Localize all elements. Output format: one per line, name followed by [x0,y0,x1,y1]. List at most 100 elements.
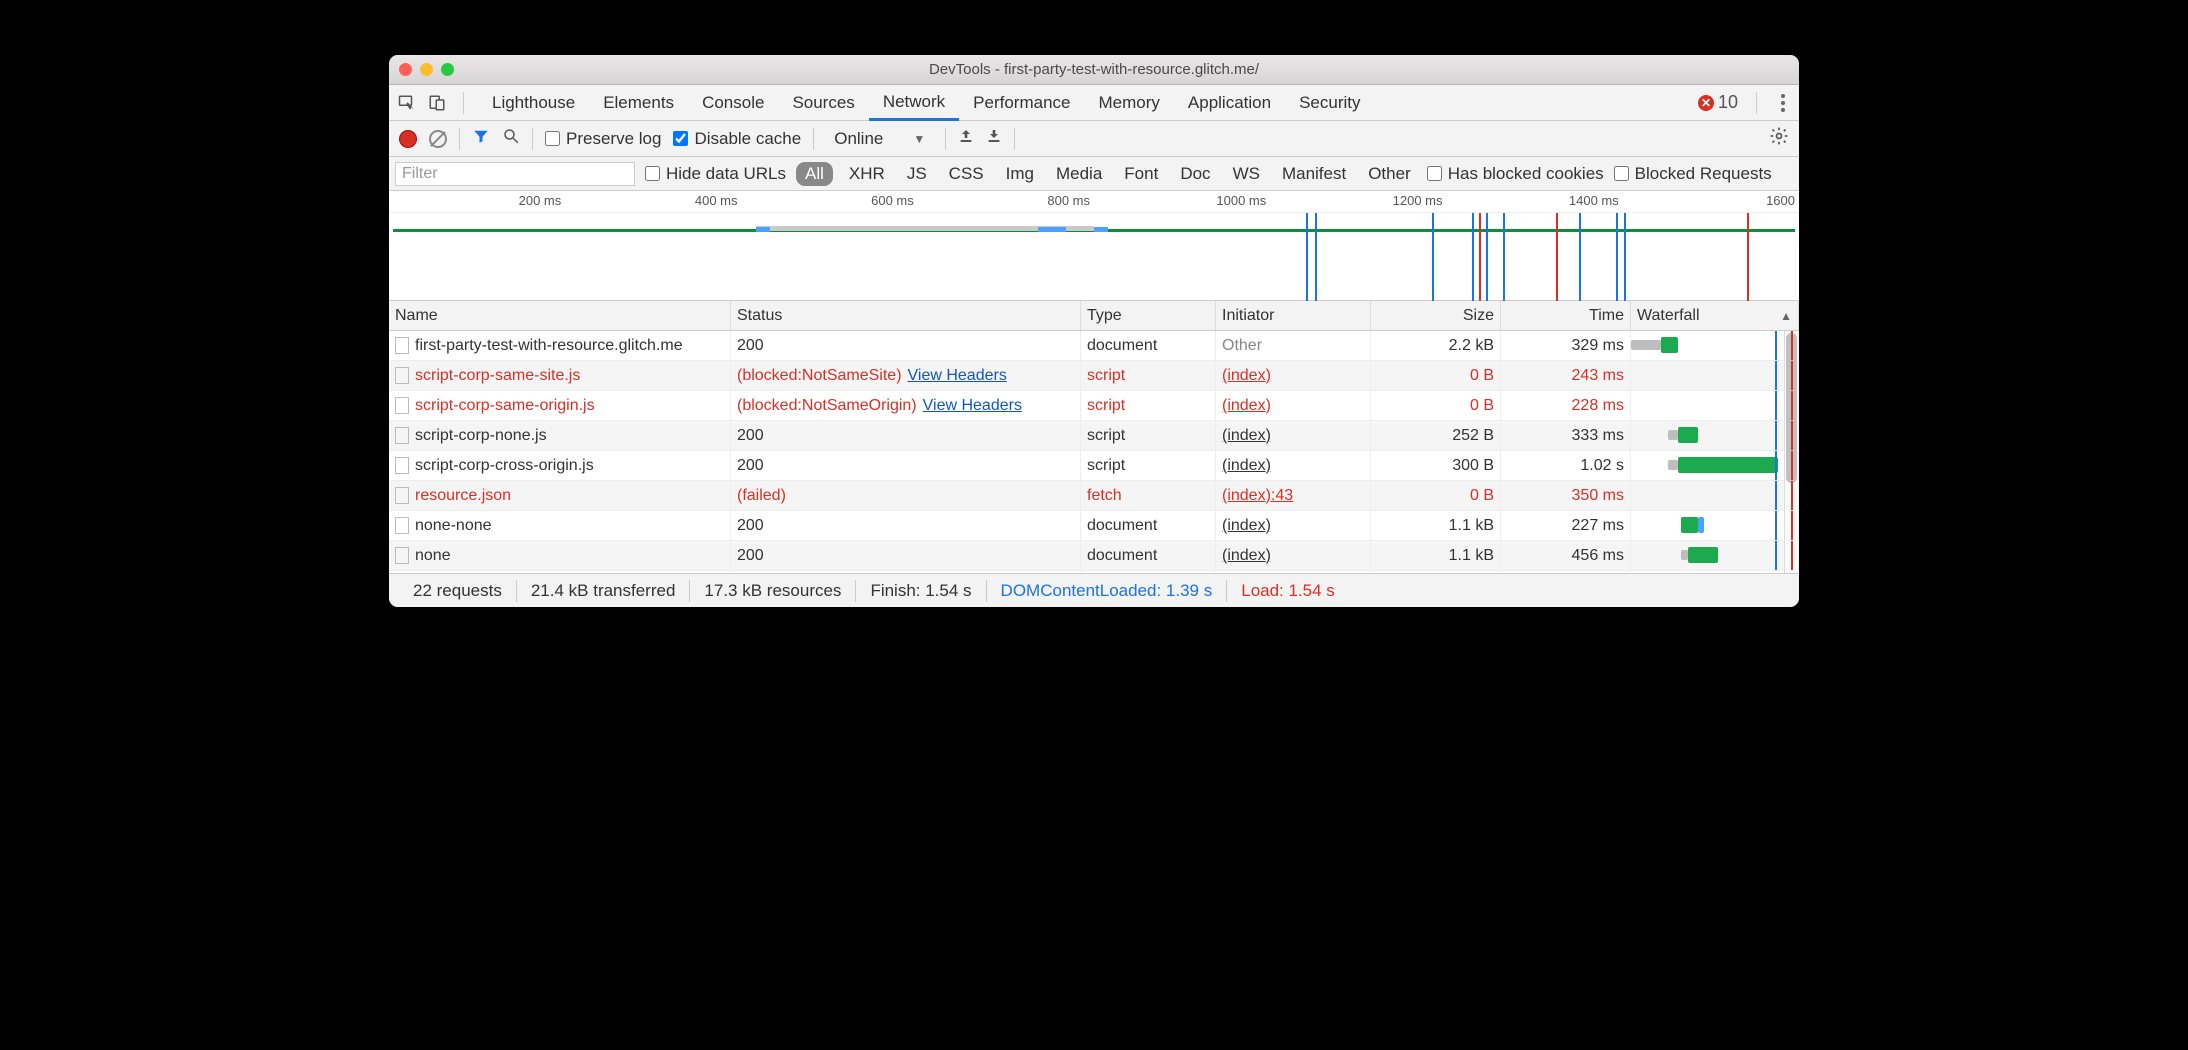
cell-type: script [1081,361,1216,390]
tab-application[interactable]: Application [1174,85,1285,120]
more-menu-icon[interactable] [1775,94,1791,112]
table-row[interactable]: first-party-test-with-resource.glitch.me… [389,331,1799,361]
cell-waterfall [1631,331,1799,360]
request-name: none [415,547,451,565]
download-har-icon[interactable] [986,128,1002,149]
cell-name: first-party-test-with-resource.glitch.me [389,331,731,360]
tab-lighthouse[interactable]: Lighthouse [478,85,589,120]
filter-type-all[interactable]: All [796,162,833,186]
request-name: resource.json [415,487,511,505]
throttling-select[interactable]: Online ▼ [826,129,933,149]
timeline-overview[interactable]: 200 ms400 ms600 ms800 ms1000 ms1200 ms14… [389,191,1799,301]
ruler-tick: 600 ms [871,193,918,208]
hide-data-urls-input[interactable] [645,166,660,181]
initiator-link[interactable]: (index) [1222,457,1271,475]
initiator-link[interactable]: (index):43 [1222,487,1293,505]
col-time-header[interactable]: Time [1501,301,1631,330]
cell-name: resource.json [389,481,731,510]
settings-gear-icon[interactable] [1769,126,1789,151]
initiator-link[interactable]: (index) [1222,517,1271,535]
filter-type-xhr[interactable]: XHR [843,162,891,186]
cell-initiator: (index) [1216,451,1371,480]
col-status-header[interactable]: Status [731,301,1081,330]
waterfall-marker-line [1775,541,1777,570]
initiator-link[interactable]: (index) [1222,547,1271,565]
view-headers-link[interactable]: View Headers [908,367,1007,385]
cell-type: script [1081,451,1216,480]
filter-type-font[interactable]: Font [1118,162,1164,186]
col-name-header[interactable]: Name [389,301,731,330]
tab-console[interactable]: Console [688,85,778,120]
clear-button[interactable] [429,130,447,148]
tab-security[interactable]: Security [1285,85,1374,120]
table-row[interactable]: script-corp-cross-origin.js200script(ind… [389,451,1799,481]
initiator-link[interactable]: (index) [1222,427,1271,445]
file-icon [395,547,409,564]
minimize-window-button[interactable] [420,63,433,76]
filter-type-other[interactable]: Other [1362,162,1417,186]
filter-type-js[interactable]: JS [901,162,933,186]
tab-network[interactable]: Network [869,85,959,121]
table-row[interactable]: none200document(index)1.1 kB456 ms [389,541,1799,571]
blocked-requests-label: Blocked Requests [1635,164,1772,184]
filter-type-ws[interactable]: WS [1227,162,1266,186]
cell-time: 350 ms [1501,481,1631,510]
cell-waterfall [1631,391,1799,420]
col-type-header[interactable]: Type [1081,301,1216,330]
waterfall-marker-line [1791,481,1793,510]
device-toolbar-icon[interactable] [427,93,447,113]
cell-time: 243 ms [1501,361,1631,390]
cell-status: (blocked:NotSameSite)View Headers [731,361,1081,390]
col-waterfall-header[interactable]: Waterfall ▲ [1631,301,1799,330]
close-window-button[interactable] [399,63,412,76]
ruler-tick: 800 ms [1047,193,1094,208]
cell-time: 227 ms [1501,511,1631,540]
table-row[interactable]: script-corp-same-origin.js(blocked:NotSa… [389,391,1799,421]
filter-type-media[interactable]: Media [1050,162,1108,186]
finish-time: Finish: 1.54 s [856,580,986,602]
blocked-requests-input[interactable] [1614,166,1629,181]
tab-elements[interactable]: Elements [589,85,688,120]
inspect-element-icon[interactable] [397,93,417,113]
tab-sources[interactable]: Sources [778,85,868,120]
col-initiator-header[interactable]: Initiator [1216,301,1371,330]
filter-type-manifest[interactable]: Manifest [1276,162,1352,186]
has-blocked-cookies-label: Has blocked cookies [1448,164,1604,184]
view-headers-link[interactable]: View Headers [923,397,1022,415]
table-row[interactable]: script-corp-same-site.js (blocked:NotSame… [389,361,1799,391]
blocked-requests-checkbox[interactable]: Blocked Requests [1614,164,1772,184]
record-button[interactable] [399,130,417,148]
table-row[interactable]: none-none200document(index)1.1 kB227 ms [389,511,1799,541]
maximize-window-button[interactable] [441,63,454,76]
tab-memory[interactable]: Memory [1085,85,1174,120]
request-name: script-corp-same-site.js [415,367,580,385]
cell-name: none-none [389,511,731,540]
error-count-badge[interactable]: ✕ 10 [1698,92,1738,113]
search-icon[interactable] [502,127,520,150]
initiator-link[interactable]: (index) [1222,367,1271,385]
disable-cache-input[interactable] [673,131,688,146]
filter-type-doc[interactable]: Doc [1174,162,1216,186]
waterfall-marker-line [1775,421,1777,450]
preserve-log-input[interactable] [545,131,560,146]
separator [1756,92,1757,114]
disable-cache-checkbox[interactable]: Disable cache [673,129,801,149]
has-blocked-cookies-input[interactable] [1427,166,1442,181]
table-row[interactable]: resource.json(failed)fetch(index):430 B3… [389,481,1799,511]
filter-input[interactable] [395,162,635,186]
initiator-link[interactable]: (index) [1222,397,1271,415]
upload-har-icon[interactable] [958,128,974,149]
timeline-marker [1486,213,1488,301]
filter-type-css[interactable]: CSS [943,162,990,186]
table-row[interactable]: script-corp-none.js200script(index)252 B… [389,421,1799,451]
timeline-marker [1432,213,1434,301]
filter-type-img[interactable]: Img [1000,162,1040,186]
cell-time: 1.02 s [1501,451,1631,480]
preserve-log-checkbox[interactable]: Preserve log [545,129,661,149]
hide-data-urls-label: Hide data URLs [666,164,786,184]
tab-performance[interactable]: Performance [959,85,1084,120]
hide-data-urls-checkbox[interactable]: Hide data URLs [645,164,786,184]
col-size-header[interactable]: Size [1371,301,1501,330]
filter-toggle-icon[interactable] [472,127,490,150]
has-blocked-cookies-checkbox[interactable]: Has blocked cookies [1427,164,1604,184]
